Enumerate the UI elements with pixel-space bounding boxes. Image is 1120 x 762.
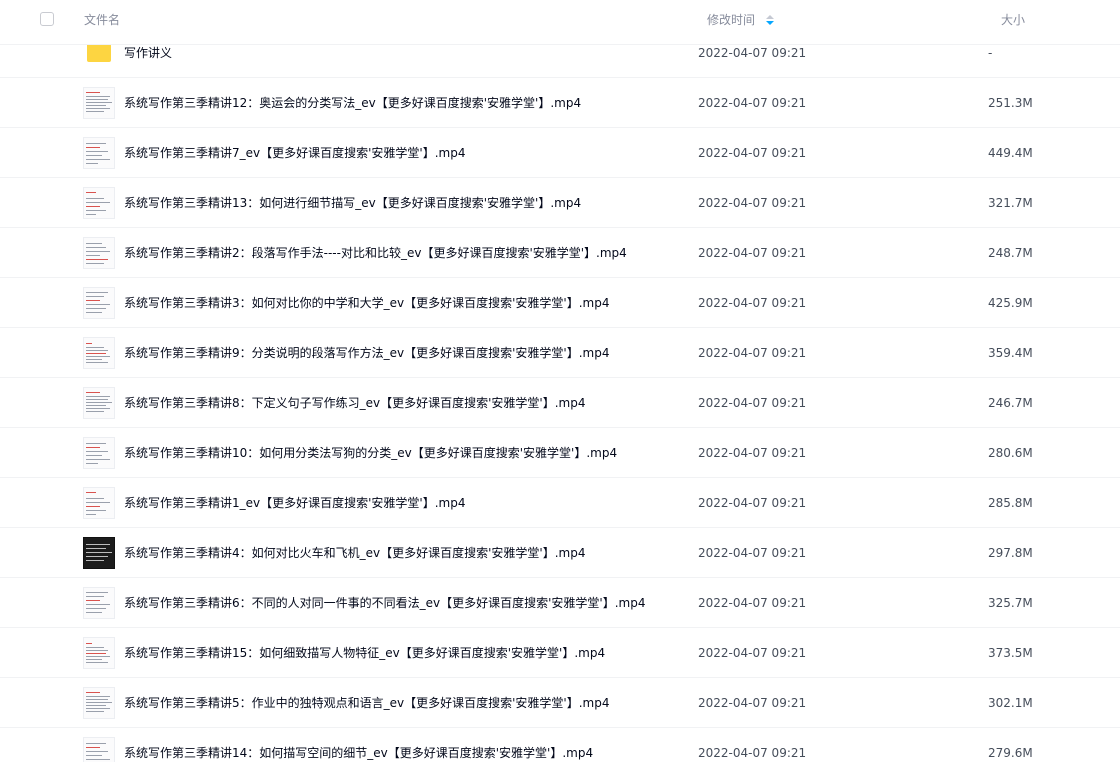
file-name[interactable]: 写作讲义 <box>124 45 172 61</box>
file-name[interactable]: 系统写作第三季精讲10：如何用分类法写狗的分类_ev【更多好课百度搜索'安雅学堂… <box>124 445 617 461</box>
file-row[interactable]: 系统写作第三季精讲4：如何对比火车和飞机_ev【更多好课百度搜索'安雅学堂'】.… <box>0 528 1120 578</box>
file-name[interactable]: 系统写作第三季精讲5：作业中的独特观点和语言_ev【更多好课百度搜索'安雅学堂'… <box>124 695 609 711</box>
video-thumbnail-icon <box>83 87 115 119</box>
video-thumbnail-icon <box>83 587 115 619</box>
file-row[interactable]: 系统写作第三季精讲3：如何对比你的中学和大学_ev【更多好课百度搜索'安雅学堂'… <box>0 278 1120 328</box>
file-modified-time: 2022-04-07 09:21 <box>698 596 807 610</box>
file-row[interactable]: 系统写作第三季精讲15：如何细致描写人物特征_ev【更多好课百度搜索'安雅学堂'… <box>0 628 1120 678</box>
file-modified-time: 2022-04-07 09:21 <box>698 496 807 510</box>
file-modified-time: 2022-04-07 09:21 <box>698 696 807 710</box>
video-thumbnail-icon <box>83 437 115 469</box>
video-thumbnail-icon <box>83 637 115 669</box>
video-thumbnail-icon <box>83 687 115 719</box>
file-modified-time: 2022-04-07 09:21 <box>698 96 807 110</box>
file-name[interactable]: 系统写作第三季精讲6：不同的人对同一件事的不同看法_ev【更多好课百度搜索'安雅… <box>124 595 645 611</box>
file-row[interactable]: 系统写作第三季精讲7_ev【更多好课百度搜索'安雅学堂'】.mp4 2022-04… <box>0 128 1120 178</box>
video-thumbnail-icon <box>83 337 115 369</box>
file-modified-time: 2022-04-07 09:21 <box>698 546 807 560</box>
file-size: 279.6M <box>988 746 1033 760</box>
video-thumbnail-icon <box>83 137 115 169</box>
video-thumbnail-icon <box>83 187 115 219</box>
file-modified-time: 2022-04-07 09:21 <box>698 396 807 410</box>
file-modified-time: 2022-04-07 09:21 <box>698 146 807 160</box>
file-name[interactable]: 系统写作第三季精讲3：如何对比你的中学和大学_ev【更多好课百度搜索'安雅学堂'… <box>124 295 609 311</box>
file-row[interactable]: 系统写作第三季精讲14：如何描写空间的细节_ev【更多好课百度搜索'安雅学堂'】… <box>0 728 1120 762</box>
file-row[interactable]: 系统写作第三季精讲9：分类说明的段落写作方法_ev【更多好课百度搜索'安雅学堂'… <box>0 328 1120 378</box>
file-row[interactable]: 系统写作第三季精讲1_ev【更多好课百度搜索'安雅学堂'】.mp4 2022-04… <box>0 478 1120 528</box>
file-modified-time: 2022-04-07 09:21 <box>698 746 807 760</box>
file-size: 359.4M <box>988 346 1033 360</box>
file-name[interactable]: 系统写作第三季精讲15：如何细致描写人物特征_ev【更多好课百度搜索'安雅学堂'… <box>124 645 605 661</box>
file-name[interactable]: 系统写作第三季精讲9：分类说明的段落写作方法_ev【更多好课百度搜索'安雅学堂'… <box>124 345 609 361</box>
file-size: 321.7M <box>988 196 1033 210</box>
file-row[interactable]: 系统写作第三季精讲13：如何进行细节描写_ev【更多好课百度搜索'安雅学堂'】.… <box>0 178 1120 228</box>
column-header-modified-time-label: 修改时间 <box>707 13 756 27</box>
table-header: 文件名 修改时间 大小 <box>0 0 1120 45</box>
file-modified-time: 2022-04-07 09:21 <box>698 346 807 360</box>
file-modified-time: 2022-04-07 09:21 <box>698 46 807 60</box>
file-size: 248.7M <box>988 246 1033 260</box>
file-size: 246.7M <box>988 396 1033 410</box>
file-row[interactable]: 系统写作第三季精讲5：作业中的独特观点和语言_ev【更多好课百度搜索'安雅学堂'… <box>0 678 1120 728</box>
file-size: - <box>988 46 993 60</box>
file-size: 285.8M <box>988 496 1033 510</box>
video-thumbnail-icon <box>83 287 115 319</box>
file-row[interactable]: 系统写作第三季精讲2：段落写作手法----对比和比较_ev【更多好课百度搜索'安… <box>0 228 1120 278</box>
column-header-modified-time[interactable]: 修改时间 <box>707 12 774 28</box>
file-name[interactable]: 系统写作第三季精讲13：如何进行细节描写_ev【更多好课百度搜索'安雅学堂'】.… <box>124 195 581 211</box>
file-size: 449.4M <box>988 146 1033 160</box>
sort-descending-icon[interactable] <box>765 15 774 25</box>
file-modified-time: 2022-04-07 09:21 <box>698 446 807 460</box>
file-name[interactable]: 系统写作第三季精讲7_ev【更多好课百度搜索'安雅学堂'】.mp4 <box>124 145 465 161</box>
file-name[interactable]: 系统写作第三季精讲4：如何对比火车和飞机_ev【更多好课百度搜索'安雅学堂'】.… <box>124 545 585 561</box>
file-rows: 写作讲义 2022-04-07 09:21 - 系统写作第三季精讲12：奥运会的分类写… <box>0 28 1120 762</box>
file-row[interactable]: 系统写作第三季精讲6：不同的人对同一件事的不同看法_ev【更多好课百度搜索'安雅… <box>0 578 1120 628</box>
file-size: 373.5M <box>988 646 1033 660</box>
file-size: 251.3M <box>988 96 1033 110</box>
file-modified-time: 2022-04-07 09:21 <box>698 646 807 660</box>
file-size: 325.7M <box>988 596 1033 610</box>
file-modified-time: 2022-04-07 09:21 <box>698 246 807 260</box>
video-thumbnail-icon <box>83 737 115 762</box>
file-name[interactable]: 系统写作第三季精讲2：段落写作手法----对比和比较_ev【更多好课百度搜索'安… <box>124 245 627 261</box>
video-thumbnail-icon <box>83 537 115 569</box>
video-thumbnail-icon <box>83 487 115 519</box>
file-name[interactable]: 系统写作第三季精讲14：如何描写空间的细节_ev【更多好课百度搜索'安雅学堂'】… <box>124 745 593 761</box>
file-name[interactable]: 系统写作第三季精讲1_ev【更多好课百度搜索'安雅学堂'】.mp4 <box>124 495 465 511</box>
select-all-checkbox[interactable] <box>40 12 54 26</box>
file-modified-time: 2022-04-07 09:21 <box>698 296 807 310</box>
file-list: 写作讲义 2022-04-07 09:21 - 系统写作第三季精讲12：奥运会的分类写… <box>0 0 1120 762</box>
file-size: 302.1M <box>988 696 1033 710</box>
file-modified-time: 2022-04-07 09:21 <box>698 196 807 210</box>
column-header-name[interactable]: 文件名 <box>84 12 120 28</box>
file-row[interactable]: 系统写作第三季精讲10：如何用分类法写狗的分类_ev【更多好课百度搜索'安雅学堂… <box>0 428 1120 478</box>
file-size: 297.8M <box>988 546 1033 560</box>
video-thumbnail-icon <box>83 237 115 269</box>
file-size: 425.9M <box>988 296 1033 310</box>
file-row[interactable]: 系统写作第三季精讲12：奥运会的分类写法_ev【更多好课百度搜索'安雅学堂'】.… <box>0 78 1120 128</box>
video-thumbnail-icon <box>83 387 115 419</box>
column-header-size[interactable]: 大小 <box>1001 12 1025 28</box>
file-size: 280.6M <box>988 446 1033 460</box>
file-row[interactable]: 系统写作第三季精讲8：下定义句子写作练习_ev【更多好课百度搜索'安雅学堂'】.… <box>0 378 1120 428</box>
file-name[interactable]: 系统写作第三季精讲12：奥运会的分类写法_ev【更多好课百度搜索'安雅学堂'】.… <box>124 95 581 111</box>
file-name[interactable]: 系统写作第三季精讲8：下定义句子写作练习_ev【更多好课百度搜索'安雅学堂'】.… <box>124 395 585 411</box>
